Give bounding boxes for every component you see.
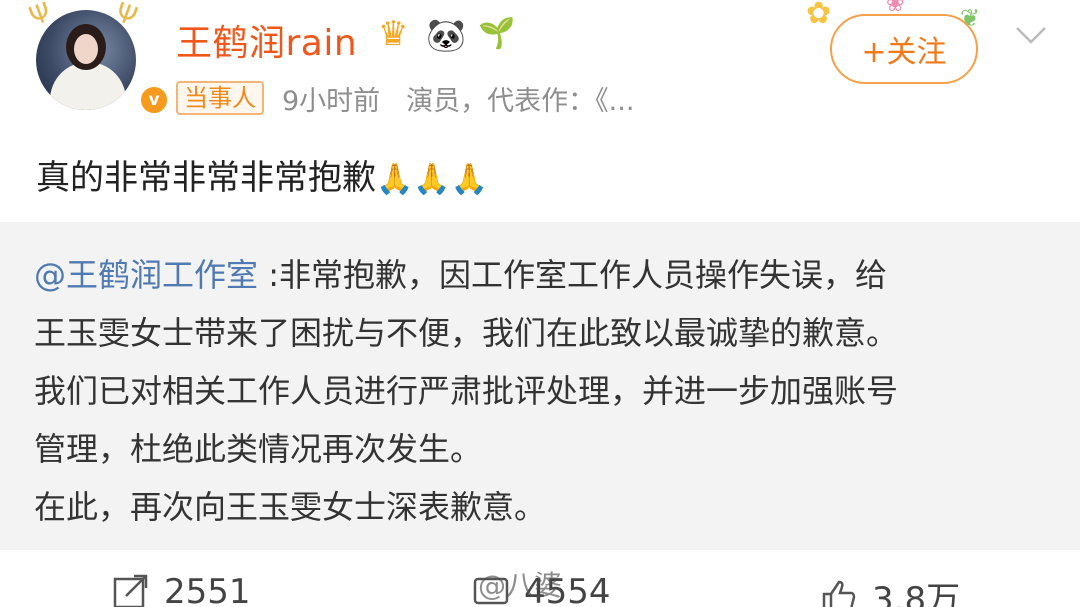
post-content-text: 真的非常非常非常抱歉 [36, 158, 376, 198]
follow-button[interactable]: +关注 [830, 14, 978, 84]
repost-text: @王鹤润工作室 :非常抱歉，因工作室工作人员操作失误，给 王玉雯女士带来了困扰与… [34, 246, 1054, 536]
repost-line: 王玉雯女士带来了困扰与不便，我们在此致以最诚挚的歉意。 [34, 314, 899, 352]
thumbs-up-icon [822, 580, 856, 607]
mention-link[interactable]: @王鹤润工作室 [34, 256, 258, 294]
username[interactable]: 王鹤润rain [176, 14, 357, 66]
post-meta: 当事人 9小时前 演员，代表作：《... [176, 80, 635, 117]
user-intro: 演员，代表作：《... [406, 85, 635, 117]
crown-icon[interactable]: ♛ [378, 14, 408, 54]
post-time: 9小时前 [282, 85, 381, 117]
sprout-icon[interactable]: 🌱 [478, 16, 515, 51]
pray-icon: 🙏🙏🙏 [376, 162, 489, 197]
like-button[interactable]: 3.8万 [820, 572, 960, 607]
share-button[interactable]: 2551 [112, 572, 251, 607]
repost-line: 管理，杜绝此类情况再次发生。 [34, 430, 483, 468]
flower-decoration-icon: ✿ [806, 0, 832, 31]
repost-line: @王鹤润工作室 :非常抱歉，因工作室工作人员操作失误，给 [34, 246, 1054, 304]
avatar[interactable]: Ψ Ψ v [25, 0, 170, 116]
verified-icon: v [138, 84, 170, 116]
weibo-post: Ψ Ψ v 王鹤润rain ♛ 🐼 🌱 当事人 9小时前 演员，代表作：《...… [0, 0, 1080, 607]
watermark: @八婆 [478, 569, 563, 602]
repost-line: 我们已对相关工作人员进行严肃批评处理，并进一步加强账号 [34, 372, 899, 410]
avatar-figure-face [74, 34, 98, 64]
party-tag: 当事人 [176, 81, 264, 115]
repost-line: 在此，再次向王玉雯女士深表歉意。 [34, 488, 547, 526]
post-content: 真的非常非常非常抱歉🙏🙏🙏 [36, 150, 488, 199]
panda-icon[interactable]: 🐼 [426, 16, 466, 54]
share-count: 2551 [164, 572, 251, 607]
chevron-down-icon[interactable] [1014, 18, 1048, 52]
repost-line-text: :非常抱歉，因工作室工作人员操作失误，给 [258, 256, 887, 294]
like-count: 3.8万 [872, 580, 961, 607]
share-icon [113, 574, 148, 607]
repost-card[interactable]: @王鹤润工作室 :非常抱歉，因工作室工作人员操作失误，给 王玉雯女士带来了困扰与… [0, 222, 1080, 550]
